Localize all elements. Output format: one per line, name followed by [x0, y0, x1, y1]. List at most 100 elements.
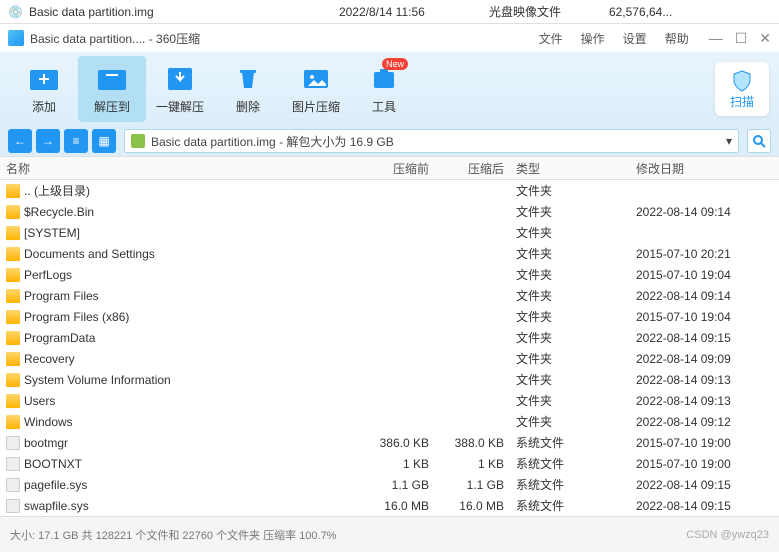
file-row[interactable]: Windows文件夹2022-08-14 09:12: [0, 411, 779, 432]
grid-view-button[interactable]: ▦: [92, 129, 116, 153]
folder-icon: [6, 247, 20, 261]
window-controls: — ☐ ✕: [709, 30, 771, 47]
file-row[interactable]: $Recycle.Bin 文件夹2022-08-14 09:14: [0, 201, 779, 222]
col-type[interactable]: 类型: [510, 160, 630, 177]
file-row[interactable]: .. (上级目录)文件夹: [0, 180, 779, 201]
close-button[interactable]: ✕: [759, 30, 771, 47]
forward-button[interactable]: →: [36, 129, 60, 153]
file-name: Program Files (x86): [24, 310, 129, 324]
folder-icon: [6, 352, 20, 366]
archive-icon: [131, 134, 145, 148]
file-name: Windows: [24, 415, 73, 429]
file-info-bar: 💿 Basic data partition.img 2022/8/14 11:…: [0, 0, 779, 24]
size-before: 1 KB: [360, 457, 435, 471]
file-type: 文件夹: [510, 266, 630, 283]
scan-button[interactable]: 扫描: [715, 62, 769, 116]
menu-help[interactable]: 帮助: [665, 30, 689, 47]
file-row[interactable]: Recovery文件夹2022-08-14 09:09: [0, 348, 779, 369]
info-size: 62,576,64...: [609, 5, 771, 19]
back-button[interactable]: ←: [8, 129, 32, 153]
size-after: 1.1 GB: [435, 478, 510, 492]
file-date: 2022-08-14 09:15: [630, 499, 779, 513]
search-button[interactable]: [747, 129, 771, 153]
size-after: 1 KB: [435, 457, 510, 471]
one-click-extract-button[interactable]: 一键解压: [146, 56, 214, 122]
new-badge: New: [382, 58, 408, 70]
add-icon: [26, 64, 62, 92]
shield-icon: [730, 69, 754, 93]
file-row[interactable]: Documents and Settings文件夹2015-07-10 20:2…: [0, 243, 779, 264]
folder-icon: [6, 373, 20, 387]
size-after: 16.0 MB: [435, 499, 510, 513]
col-before[interactable]: 压缩前: [360, 160, 435, 177]
minimize-button[interactable]: —: [709, 30, 723, 47]
file-row[interactable]: Program Files文件夹2022-08-14 09:14: [0, 285, 779, 306]
file-row[interactable]: ProgramData 文件夹2022-08-14 09:15: [0, 327, 779, 348]
status-text: 大小: 17.1 GB 共 128221 个文件和 22760 个文件夹 压缩率…: [10, 527, 336, 543]
file-row[interactable]: System Volume Information文件夹2022-08-14 0…: [0, 369, 779, 390]
col-name[interactable]: 名称: [0, 160, 360, 177]
file-name: ProgramData: [24, 331, 95, 345]
file-row[interactable]: swapfile.sys16.0 MB16.0 MB系统文件2022-08-14…: [0, 495, 779, 516]
dropdown-icon[interactable]: ▾: [726, 134, 732, 148]
path-input[interactable]: Basic data partition.img - 解包大小为 16.9 GB…: [124, 129, 739, 153]
extract-to-button[interactable]: 解压到: [78, 56, 146, 122]
folder-icon: [6, 205, 20, 219]
app-icon: [8, 30, 24, 46]
maximize-button[interactable]: ☐: [735, 30, 748, 47]
col-date[interactable]: 修改日期: [630, 160, 779, 177]
file-date: 2015-07-10 19:00: [630, 457, 779, 471]
file-name: bootmgr: [24, 436, 68, 450]
folder-icon: [6, 331, 20, 345]
file-name: $Recycle.Bin: [24, 205, 94, 219]
file-type: 文件夹: [510, 203, 630, 220]
delete-button[interactable]: 删除: [214, 56, 282, 122]
size-after: 388.0 KB: [435, 436, 510, 450]
add-button[interactable]: 添加: [10, 56, 78, 122]
file-type: 文件夹: [510, 329, 630, 346]
col-after[interactable]: 压缩后: [435, 160, 510, 177]
file-row[interactable]: [SYSTEM]文件夹: [0, 222, 779, 243]
folder-icon: [6, 184, 20, 198]
file-name: Users: [24, 394, 55, 408]
file-name: System Volume Information: [24, 373, 171, 387]
file-name: PerfLogs: [24, 268, 72, 282]
tools-button[interactable]: New 工具: [350, 56, 418, 122]
info-filename: Basic data partition.img: [29, 5, 339, 19]
menu-file[interactable]: 文件: [539, 30, 563, 47]
image-compress-button[interactable]: 图片压缩: [282, 56, 350, 122]
file-icon: [6, 478, 20, 492]
tools-icon: New: [366, 64, 402, 92]
folder-icon: [6, 415, 20, 429]
file-date: 2015-07-10 19:04: [630, 268, 779, 282]
file-icon: [6, 457, 20, 471]
file-date: 2022-08-14 09:12: [630, 415, 779, 429]
menu-settings[interactable]: 设置: [623, 30, 647, 47]
disc-icon: 💿: [8, 5, 23, 19]
column-headers: 名称 压缩前 压缩后 类型 修改日期: [0, 156, 779, 180]
file-date: 2022-08-14 09:14: [630, 205, 779, 219]
file-date: 2022-08-14 09:13: [630, 373, 779, 387]
list-view-button[interactable]: ≡: [64, 129, 88, 153]
file-name: [SYSTEM]: [24, 226, 80, 240]
file-name: Recovery: [24, 352, 75, 366]
file-date: 2022-08-14 09:14: [630, 289, 779, 303]
file-row[interactable]: pagefile.sys1.1 GB1.1 GB系统文件2022-08-14 0…: [0, 474, 779, 495]
one-click-icon: [162, 64, 198, 92]
file-row[interactable]: Program Files (x86)文件夹2015-07-10 19:04: [0, 306, 779, 327]
extract-icon: [94, 64, 130, 92]
size-before: 1.1 GB: [360, 478, 435, 492]
menu-operate[interactable]: 操作: [581, 30, 605, 47]
file-date: 2015-07-10 19:04: [630, 310, 779, 324]
file-date: 2022-08-14 09:15: [630, 478, 779, 492]
file-row[interactable]: Users文件夹2022-08-14 09:13: [0, 390, 779, 411]
file-date: 2022-08-14 09:15: [630, 331, 779, 345]
info-type: 光盘映像文件: [489, 3, 609, 20]
file-row[interactable]: BOOTNXT1 KB1 KB系统文件2015-07-10 19:00: [0, 453, 779, 474]
file-icon: [6, 436, 20, 450]
file-row[interactable]: bootmgr386.0 KB388.0 KB系统文件2015-07-10 19…: [0, 432, 779, 453]
file-row[interactable]: PerfLogs 文件夹2015-07-10 19:04: [0, 264, 779, 285]
file-name: pagefile.sys: [24, 478, 87, 492]
file-name: .. (上级目录): [24, 182, 90, 199]
file-name: swapfile.sys: [24, 499, 89, 513]
